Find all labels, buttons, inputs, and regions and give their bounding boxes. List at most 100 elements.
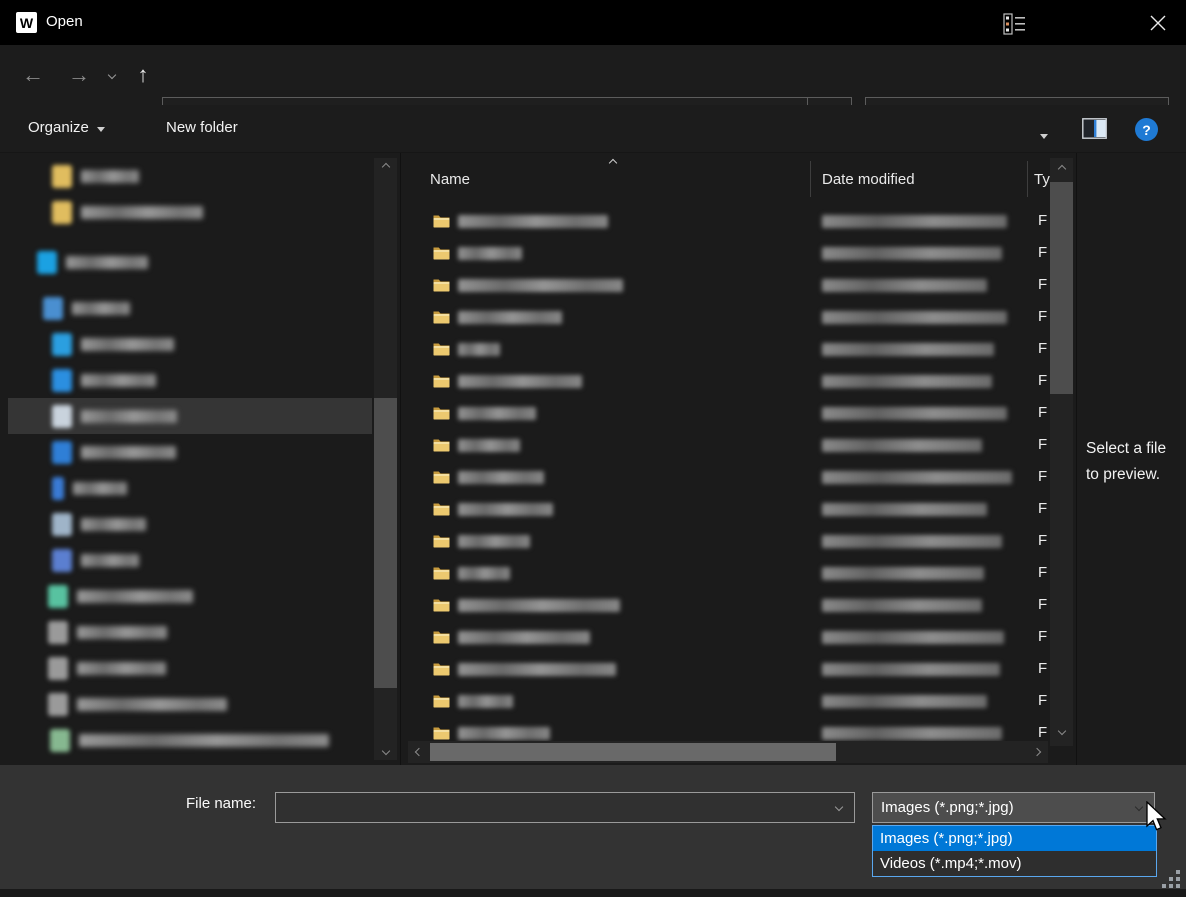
table-row[interactable]: F [408, 557, 1048, 589]
resize-grip[interactable] [1176, 870, 1180, 874]
up-button[interactable]: ↑ [130, 45, 156, 105]
scroll-left-icon[interactable] [408, 741, 430, 763]
horizontal-scroll-thumb[interactable] [430, 743, 836, 761]
command-bar: Organize New folder ? [0, 105, 1186, 153]
sidebar-item[interactable] [8, 244, 372, 280]
folder-icon [433, 406, 450, 420]
local-disk-icon [48, 585, 68, 608]
column-divider[interactable] [1027, 161, 1028, 197]
sidebar-item[interactable] [8, 578, 372, 614]
drive-icon [48, 693, 68, 716]
views-dropdown-button[interactable] [1040, 126, 1048, 144]
file-type-option[interactable]: Images (*.png;*.jpg) [873, 826, 1156, 851]
list-scrollbar[interactable] [1050, 158, 1073, 746]
chevron-down-icon [1040, 134, 1048, 139]
table-row[interactable]: F [408, 301, 1048, 333]
sidebar-item[interactable] [8, 470, 372, 506]
table-row[interactable]: F [408, 589, 1048, 621]
file-name-redacted [458, 247, 522, 260]
onedrive-icon [37, 251, 57, 274]
table-row[interactable]: F [408, 621, 1048, 653]
organize-button[interactable]: Organize [28, 119, 105, 136]
table-row[interactable]: F [408, 685, 1048, 717]
new-folder-button[interactable]: New folder [166, 119, 238, 136]
preview-pane-icon [1082, 118, 1107, 139]
sidebar-item[interactable] [8, 158, 372, 194]
file-type-combobox[interactable]: Images (*.png;*.jpg) [872, 792, 1155, 823]
documents-icon [52, 405, 72, 428]
table-row[interactable]: F [408, 237, 1048, 269]
file-type-letter: F [1038, 276, 1047, 293]
table-row[interactable]: F [408, 365, 1048, 397]
views-button[interactable] [1003, 13, 1027, 35]
column-header-name[interactable]: Name [430, 158, 470, 200]
sidebar-item[interactable] [8, 686, 372, 722]
folder-icon [433, 630, 450, 644]
sidebar-item[interactable] [8, 194, 372, 230]
table-row[interactable]: F [408, 429, 1048, 461]
file-name-redacted [458, 311, 562, 324]
table-row[interactable]: F [408, 461, 1048, 493]
list-scroll-thumb[interactable] [1050, 182, 1073, 394]
date-modified-redacted [822, 535, 1002, 548]
table-row[interactable]: F [408, 333, 1048, 365]
sidebar-item[interactable] [8, 398, 372, 434]
sidebar-item-label-redacted [77, 698, 227, 711]
folder-icon [433, 374, 450, 388]
desktop-icon [52, 369, 72, 392]
folder-icon [433, 278, 450, 292]
table-row[interactable]: F [408, 653, 1048, 685]
file-name-redacted [458, 343, 500, 356]
table-row[interactable]: F [408, 269, 1048, 301]
sidebar-item[interactable] [8, 362, 372, 398]
preview-pane-button[interactable] [1082, 118, 1107, 139]
sidebar-item[interactable] [8, 650, 372, 686]
sidebar-scrollbar[interactable] [374, 158, 397, 760]
sidebar-item[interactable] [8, 542, 372, 578]
file-type-letter: F [1038, 532, 1047, 549]
back-button[interactable]: ← [18, 45, 48, 105]
file-type-letter: F [1038, 244, 1047, 261]
file-type-option-label: Images (*.png;*.jpg) [880, 830, 1013, 847]
table-row[interactable]: F [408, 717, 1048, 741]
horizontal-scrollbar[interactable] [408, 741, 1048, 763]
table-row[interactable]: F [408, 205, 1048, 237]
scroll-down-icon[interactable] [1050, 722, 1073, 740]
scroll-right-icon[interactable] [1026, 741, 1048, 763]
sidebar-item[interactable] [8, 434, 372, 470]
scroll-up-icon[interactable] [374, 158, 397, 176]
sidebar-item[interactable] [8, 722, 372, 758]
folder-icon [433, 566, 450, 580]
scroll-down-icon[interactable] [374, 742, 397, 760]
sidebar-item[interactable] [8, 506, 372, 542]
file-name-redacted [458, 215, 608, 228]
sidebar-item[interactable] [8, 290, 372, 326]
column-divider[interactable] [810, 161, 811, 197]
sidebar-item-label-redacted [73, 482, 127, 495]
table-row[interactable]: F [408, 525, 1048, 557]
close-button[interactable] [1138, 6, 1178, 40]
sidebar-scroll-thumb[interactable] [374, 398, 397, 688]
column-header-date-modified[interactable]: Date modified [822, 158, 915, 200]
chevron-down-icon [835, 803, 843, 811]
table-row[interactable]: F [408, 493, 1048, 525]
help-button[interactable]: ? [1135, 118, 1158, 141]
column-header-type[interactable]: Ty [1034, 158, 1050, 200]
sidebar-item-label-redacted [81, 206, 203, 219]
scroll-up-icon[interactable] [1050, 160, 1073, 178]
recent-locations-button[interactable] [100, 45, 124, 105]
preview-message: Select a file to preview. [1086, 436, 1166, 488]
forward-button[interactable]: → [64, 45, 94, 105]
file-type-letter: F [1038, 404, 1047, 421]
folder-icon [433, 726, 450, 740]
table-row[interactable]: F [408, 397, 1048, 429]
sidebar-item[interactable] [8, 614, 372, 650]
sidebar-item[interactable] [8, 326, 372, 362]
file-type-option[interactable]: Videos (*.mp4;*.mov) [873, 851, 1156, 876]
sidebar-item-label-redacted [81, 446, 176, 459]
file-name-input[interactable] [275, 792, 855, 823]
file-type-letter: F [1038, 500, 1047, 517]
folder-icon [433, 470, 450, 484]
sidebar-item-label-redacted [77, 590, 193, 603]
file-type-options: Images (*.png;*.jpg) Videos (*.mp4;*.mov… [872, 825, 1157, 877]
